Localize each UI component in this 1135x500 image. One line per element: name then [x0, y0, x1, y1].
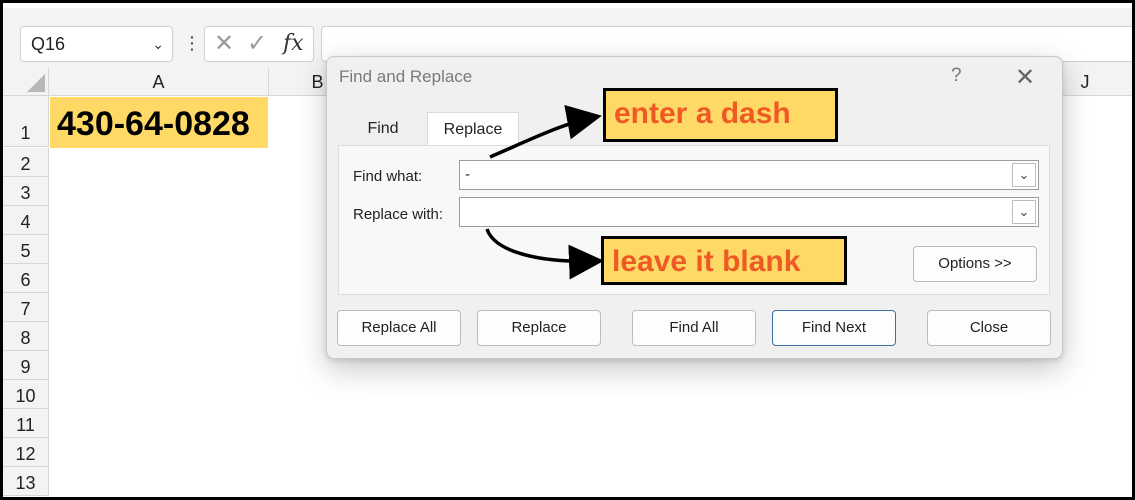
enter-icon[interactable]: ✓ — [247, 27, 267, 61]
row-header-6[interactable]: 6 — [3, 264, 49, 293]
row-header-8[interactable]: 8 — [3, 322, 49, 351]
insert-function-icon[interactable]: fx — [283, 27, 304, 61]
row-header-4[interactable]: 4 — [3, 206, 49, 235]
row-header-2[interactable]: 2 — [3, 148, 49, 177]
replace-all-button[interactable]: Replace All — [337, 310, 461, 346]
select-all-triangle-icon — [27, 74, 45, 92]
row-header-11[interactable]: 11 — [3, 409, 49, 438]
replace-with-input[interactable]: ⌄ — [459, 197, 1039, 227]
replace-with-label: Replace with: — [353, 206, 444, 223]
cell-a1[interactable]: 430-64-0828 — [50, 97, 268, 148]
callout-leave-it-blank: leave it blank — [601, 236, 847, 285]
chevron-down-icon[interactable]: ⌄ — [1012, 163, 1036, 187]
cancel-icon[interactable]: ✕ — [214, 27, 234, 61]
name-box-value: Q16 — [31, 34, 66, 54]
callout-enter-a-dash: enter a dash — [603, 88, 838, 142]
chevron-down-icon[interactable]: ⌄ — [152, 27, 164, 61]
tab-replace-label: Replace — [443, 121, 503, 138]
chevron-down-icon[interactable]: ⌄ — [1012, 200, 1036, 224]
close-icon[interactable]: ✕ — [1015, 63, 1035, 92]
find-next-button[interactable]: Find Next — [772, 310, 896, 346]
row-header-12[interactable]: 12 — [3, 438, 49, 467]
replace-button[interactable]: Replace — [477, 310, 601, 346]
column-header-a[interactable]: A — [49, 68, 269, 96]
row-header-7[interactable]: 7 — [3, 293, 49, 322]
row-header-13[interactable]: 13 — [3, 467, 49, 496]
screenshot-frame: Q16 ⌄ ⋮ ✕ ✓ fx A B J 1 2 3 4 5 6 7 8 9 1… — [0, 0, 1135, 500]
tab-replace[interactable]: Replace — [427, 112, 519, 146]
select-all-corner[interactable] — [3, 68, 49, 96]
close-button[interactable]: Close — [927, 310, 1051, 346]
find-what-value: - — [465, 166, 470, 183]
help-icon[interactable]: ? — [951, 65, 962, 87]
find-what-input[interactable]: - ⌄ — [459, 160, 1039, 190]
dialog-title: Find and Replace — [339, 67, 473, 86]
row-header-9[interactable]: 9 — [3, 351, 49, 380]
tab-find[interactable]: Find — [339, 112, 427, 146]
name-box[interactable]: Q16 ⌄ — [20, 26, 173, 62]
tab-find-label: Find — [367, 120, 399, 137]
row-header-3[interactable]: 3 — [3, 177, 49, 206]
options-button[interactable]: Options >> — [913, 246, 1037, 282]
find-all-button[interactable]: Find All — [632, 310, 756, 346]
find-what-label: Find what: — [353, 168, 423, 185]
row-header-10[interactable]: 10 — [3, 380, 49, 409]
formula-icons: ✕ ✓ fx — [204, 26, 314, 62]
row-header-5[interactable]: 5 — [3, 235, 49, 264]
more-icon[interactable]: ⋮ — [183, 26, 201, 62]
row-header-1[interactable]: 1 — [3, 96, 49, 147]
